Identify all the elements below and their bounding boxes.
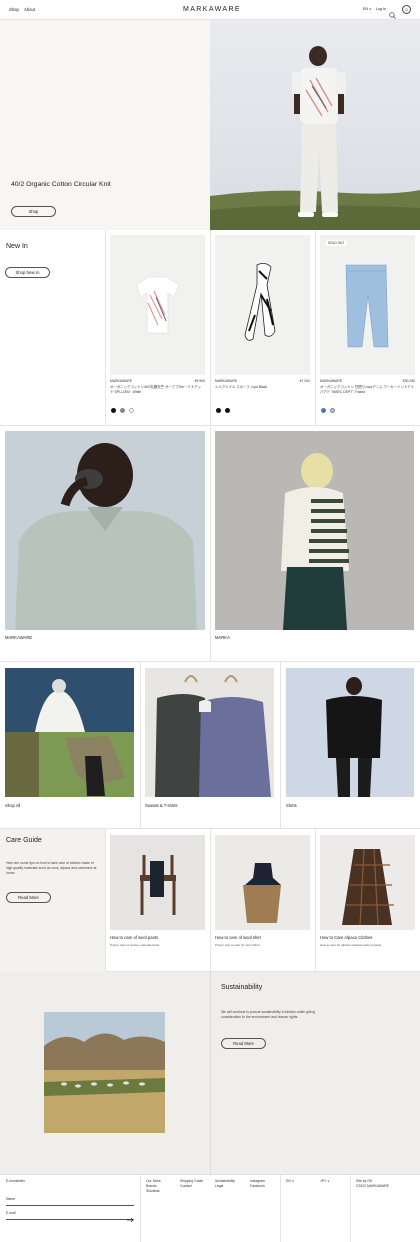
hero-title: 40/2 Organic Cotton Circular Knit: [11, 181, 111, 188]
category-label-shop-all[interactable]: Shop All: [5, 803, 20, 808]
copyright: ©2022 MARKAWARE: [356, 1183, 389, 1188]
currency-select[interactable]: JPY ∨: [320, 1179, 330, 1184]
category-image-sweats[interactable]: [145, 668, 274, 797]
color-swatch-gray[interactable]: [120, 408, 125, 413]
color-swatch-black[interactable]: [216, 408, 221, 413]
product-image[interactable]: [215, 235, 310, 375]
hero-text-panel: 40/2 Organic Cotton Circular Knit Shop: [0, 20, 210, 230]
new-in-section: New In Shop New In MARKAWARE ¥9,900 オーガニ…: [0, 230, 420, 426]
footer-links-col2: Shipping Guide Contact: [180, 1179, 203, 1189]
footer-credits: Site by OK ©2022 MARKAWARE: [356, 1179, 389, 1189]
brand-label-markaware[interactable]: MARKAWARE: [5, 635, 32, 640]
product-price: ¥30,250: [402, 379, 415, 383]
care-article-subtitle: Proper care of woolen material pants: [110, 943, 160, 947]
brand-logo[interactable]: MARKAWARE: [183, 6, 241, 13]
product-price: ¥7,000: [299, 379, 310, 383]
brand-label-marka[interactable]: MARKA: [215, 635, 230, 640]
brand-image-markaware[interactable]: [5, 431, 205, 630]
footer-links-col3: Sustainability Legal: [215, 1179, 235, 1189]
care-guide-title: Care Guide: [6, 837, 42, 844]
cart-button[interactable]: 0: [402, 5, 411, 14]
footer-link[interactable]: Facebook: [250, 1184, 265, 1189]
sustainability-image: [44, 1012, 165, 1133]
cart-count: 0: [405, 7, 408, 12]
categories-section: Shop All Sweats & T-shirts Shirts: [0, 662, 420, 829]
care-article-subtitle: Proper way to care for wool shirts.: [215, 943, 261, 947]
sold-out-badge: SOLD OUT: [326, 240, 347, 246]
product-image[interactable]: [110, 235, 205, 375]
care-article-title[interactable]: How to care of wool shirt: [215, 935, 261, 940]
product-name[interactable]: オーガニックコットン40/2丸胴天竺 サークプTee－ミナアッ ト"SPU-ZE…: [110, 385, 205, 395]
shop-new-in-button[interactable]: Shop New In: [5, 267, 50, 278]
product-card[interactable]: MARKAWARE ¥9,900 オーガニックコットン40/2丸胴天竺 サークプ…: [110, 235, 205, 421]
nav-shop[interactable]: Shop: [9, 7, 19, 12]
footer-link[interactable]: Stockists: [146, 1189, 161, 1194]
site-footer: E-newsletter Name E-mail Our Store Brand…: [0, 1175, 420, 1242]
brand-image-marka[interactable]: [215, 431, 414, 630]
color-swatch-light-blue[interactable]: [330, 408, 335, 413]
product-brand: MARKAWARE: [110, 379, 132, 383]
hero-image: [210, 20, 420, 230]
care-guide-section: Care Guide Here are some tips on how to …: [0, 829, 420, 972]
care-guide-description: Here are some tips on how to take care o…: [6, 861, 97, 876]
footer-link[interactable]: Legal: [215, 1184, 235, 1189]
category-label-sweats[interactable]: Sweats & T-shirts: [145, 803, 178, 808]
care-article-subtitle: How to care for alpaca material coats pr…: [320, 943, 382, 947]
care-guide-read-more-button[interactable]: Read More: [6, 892, 51, 903]
new-in-title: New In: [6, 243, 28, 250]
color-swatch-white[interactable]: [129, 408, 134, 413]
language-select[interactable]: EN ∨: [363, 7, 372, 11]
sustainability-read-more-button[interactable]: Read More: [221, 1038, 266, 1049]
footer-links-col1: Our Store Brands Stockists: [146, 1179, 161, 1193]
product-card[interactable]: SOLD OUT MARKAWARE ¥30,250 オーガニックコットン 甘撚…: [320, 235, 415, 421]
product-brand: MARKAWARE: [215, 379, 237, 383]
brands-section: MARKAWARE MARKA: [0, 426, 420, 662]
color-swatch-black[interactable]: [225, 408, 230, 413]
product-brand: MARKAWARE: [320, 379, 342, 383]
sustainability-description: We will continue to pursue sustainabilit…: [221, 1010, 315, 1020]
product-image[interactable]: SOLD OUT: [320, 235, 415, 375]
color-swatch-blue[interactable]: [321, 408, 326, 413]
care-guide-intro: Care Guide Here are some tips on how to …: [0, 829, 105, 972]
footer-link[interactable]: Contact: [180, 1184, 203, 1189]
care-article-title[interactable]: How to care of wool pants: [110, 935, 158, 940]
hero-shop-button[interactable]: Shop: [11, 206, 56, 217]
product-price: ¥9,900: [194, 379, 205, 383]
login-link[interactable]: Log In: [376, 7, 386, 11]
care-article-image[interactable]: [110, 835, 205, 930]
newsletter-name-label: Name: [6, 1197, 16, 1201]
newsletter-title: E-newsletter: [6, 1179, 25, 1183]
care-article-image[interactable]: [320, 835, 415, 930]
care-article-title[interactable]: How to Care Alpaca Clothes: [320, 935, 372, 940]
newsletter-email-field[interactable]: [6, 1219, 134, 1220]
footer-links-col4: Instagram Facebook: [250, 1179, 265, 1189]
region-select[interactable]: EN ∨: [286, 1179, 294, 1184]
arrow-right-icon[interactable]: [127, 1210, 134, 1223]
newsletter-name-field[interactable]: [6, 1205, 134, 1206]
category-image-shop-all[interactable]: [5, 668, 134, 797]
product-name[interactable]: シルクツイル スカーフ, Lipd Black: [215, 385, 310, 390]
category-image-shirts[interactable]: [286, 668, 414, 797]
newsletter-email-label: E-mail: [6, 1211, 16, 1215]
care-article-image[interactable]: [215, 835, 310, 930]
product-name[interactable]: オーガニックコットン 甘撚り14ozデニム ワーカーミントテイパアド "MARC…: [320, 385, 415, 395]
sustainability-section: Sustainability We will continue to pursu…: [0, 972, 420, 1175]
nav-about[interactable]: About: [24, 7, 35, 12]
color-swatch-black[interactable]: [111, 408, 116, 413]
site-header: Shop About MARKAWARE EN ∨ Log In 0: [0, 0, 420, 20]
search-icon[interactable]: [389, 6, 396, 19]
category-label-shirts[interactable]: Shirts: [286, 803, 297, 808]
hero-section: 40/2 Organic Cotton Circular Knit Shop: [0, 20, 420, 230]
sustainability-title: Sustainability: [221, 984, 263, 991]
product-card[interactable]: MARKAWARE ¥7,000 シルクツイル スカーフ, Lipd Black: [215, 235, 310, 421]
